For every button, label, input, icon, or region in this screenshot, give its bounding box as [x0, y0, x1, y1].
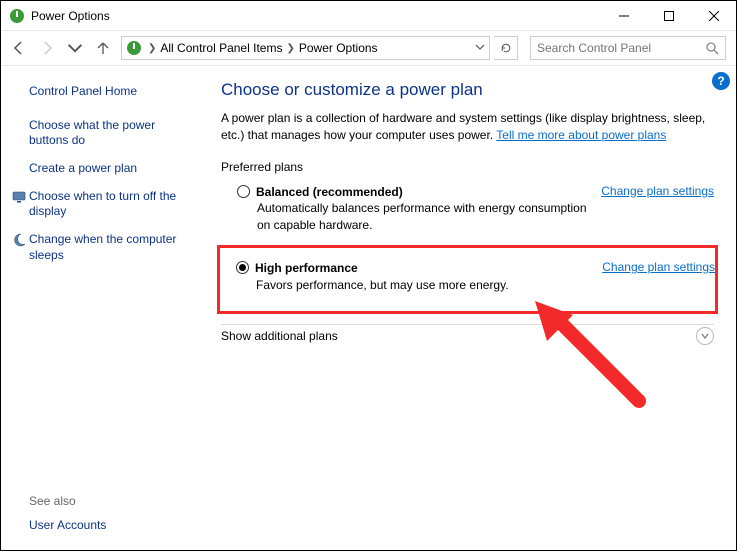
- radio-high-performance[interactable]: [236, 261, 249, 274]
- see-also-user-accounts[interactable]: User Accounts: [29, 518, 106, 532]
- sidebar-link-create-plan[interactable]: Create a power plan: [29, 161, 137, 177]
- plan-balanced[interactable]: Balanced (recommended) Change plan setti…: [221, 180, 714, 239]
- expand-icon[interactable]: [696, 327, 714, 345]
- change-plan-settings-link[interactable]: Change plan settings: [602, 260, 715, 274]
- intro-text: A power plan is a collection of hardware…: [221, 110, 714, 144]
- plan-name: High performance: [255, 261, 358, 275]
- plan-high-performance[interactable]: High performance Change plan settings Fa…: [220, 256, 715, 299]
- maximize-button[interactable]: [646, 1, 691, 31]
- search-box[interactable]: [530, 36, 726, 60]
- show-more-label: Show additional plans: [221, 329, 338, 343]
- forward-button: [33, 34, 61, 62]
- sidebar-link-turn-off-display[interactable]: Choose when to turn off the display: [29, 189, 185, 220]
- breadcrumb-item[interactable]: Power Options: [299, 41, 378, 55]
- up-button[interactable]: [89, 34, 117, 62]
- close-button[interactable]: [691, 1, 736, 31]
- see-also-label: See also: [29, 494, 106, 508]
- control-panel-home-link[interactable]: Control Panel Home: [29, 84, 185, 100]
- preferred-plans-label: Preferred plans: [221, 160, 714, 174]
- search-input[interactable]: [537, 41, 705, 55]
- plan-desc: Automatically balances performance with …: [257, 200, 587, 232]
- recent-dropdown[interactable]: [61, 34, 89, 62]
- window-title: Power Options: [31, 9, 110, 23]
- breadcrumb[interactable]: ❯ All Control Panel Items ❯ Power Option…: [121, 36, 490, 60]
- sleep-icon: [11, 232, 27, 248]
- sidebar-link-power-buttons[interactable]: Choose what the power buttons do: [29, 118, 185, 149]
- address-dropdown-icon[interactable]: [475, 41, 485, 55]
- chevron-right-icon[interactable]: ❯: [148, 43, 156, 54]
- chevron-right-icon[interactable]: ❯: [286, 43, 294, 54]
- power-options-icon: [126, 40, 142, 56]
- tell-me-more-link[interactable]: Tell me more about power plans: [496, 128, 666, 142]
- back-button[interactable]: [5, 34, 33, 62]
- minimize-button[interactable]: [601, 1, 646, 31]
- page-title: Choose or customize a power plan: [221, 80, 714, 100]
- breadcrumb-item[interactable]: All Control Panel Items: [160, 41, 282, 55]
- display-off-icon: [11, 189, 27, 205]
- change-plan-settings-link[interactable]: Change plan settings: [601, 184, 714, 198]
- app-icon: [9, 8, 25, 24]
- plan-name: Balanced (recommended): [256, 184, 403, 198]
- radio-balanced[interactable]: [237, 185, 250, 198]
- refresh-button[interactable]: [494, 36, 518, 60]
- plan-desc: Favors performance, but may use more ene…: [256, 277, 586, 293]
- annotation-arrow: [529, 301, 649, 411]
- help-icon[interactable]: ?: [712, 72, 730, 90]
- sidebar-link-sleep[interactable]: Change when the computer sleeps: [29, 232, 185, 263]
- search-icon[interactable]: [705, 41, 719, 55]
